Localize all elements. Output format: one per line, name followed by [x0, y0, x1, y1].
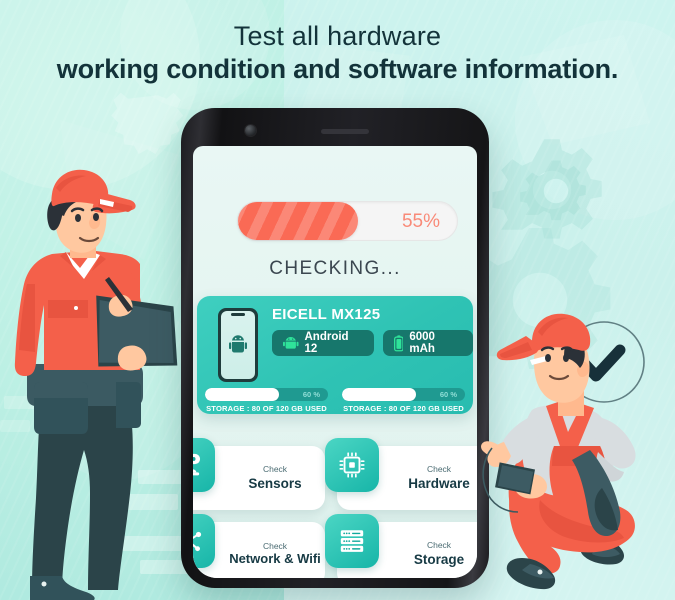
battery-capacity-chip: 6000 mAh [382, 330, 473, 356]
scan-progress-bar: 55% [237, 201, 458, 241]
android-robot-icon [229, 335, 247, 353]
feature-kicker: Check [262, 540, 288, 551]
os-version-label: Android 12 [304, 331, 349, 355]
android-phone-icon [218, 308, 258, 382]
network-icon [193, 514, 215, 568]
feature-kicker: Check [426, 464, 452, 475]
device-spec-chips: Android 12 6000 mAh [272, 330, 473, 356]
battery-icon [393, 334, 404, 351]
phone-screen: 55% CHECKING... EICELL MX125 Android 12 … [193, 146, 477, 578]
page-title: Test all hardware working condition and … [0, 22, 675, 83]
device-info-card: EICELL MX125 Android 12 6000 mAh 60 % ST… [197, 296, 473, 414]
scan-status-text: CHECKING... [269, 258, 401, 279]
storage-progress-bar: 60 % [342, 388, 465, 401]
battery-capacity-label: 6000 mAh [409, 331, 435, 355]
feature-card-hardware[interactable]: Check Hardware [325, 438, 477, 510]
storage-percent: 60 % [439, 390, 457, 399]
storage-bars: 60 % STORAGE : 80 OF 120 GB USED 60 % ST… [205, 388, 465, 413]
earpiece-speaker [321, 129, 369, 134]
scan-progress-percent: 55% [401, 211, 440, 232]
android-robot-icon [283, 336, 299, 349]
server-icon [325, 514, 379, 568]
storage-label: STORAGE : 80 OF 120 GB USED [206, 404, 327, 413]
scan-progress-fill [238, 202, 359, 240]
sensor-icon [193, 438, 215, 492]
chip-icon [325, 438, 379, 492]
storage-percent: 60 % [302, 390, 320, 399]
feature-title: Network & Wifi [229, 550, 321, 566]
feature-card-grid: Check Sensors Check Hardware Check Netwo… [193, 438, 477, 578]
storage-progress-fill [342, 388, 416, 401]
front-camera-icon [245, 125, 256, 136]
storage-progress-bar: 60 % [205, 388, 328, 401]
feature-card-network-wifi[interactable]: Check Network & Wifi [193, 514, 325, 578]
feature-title: Storage [413, 551, 465, 567]
os-version-chip: Android 12 [272, 330, 374, 356]
feature-kicker: Check [426, 540, 452, 551]
feature-card-storage[interactable]: Check Storage [325, 514, 477, 578]
headline-line-2: working condition and software informati… [56, 53, 619, 84]
storage-progress-fill [205, 388, 279, 401]
device-name: EICELL MX125 [272, 306, 381, 323]
phone-mockup: 55% CHECKING... EICELL MX125 Android 12 … [181, 108, 489, 588]
feature-kicker: Check [262, 464, 288, 475]
promo-banner: Test all hardware working condition and … [0, 0, 675, 600]
technician-with-clipboard-illustration [14, 169, 178, 600]
technician-crouching-illustration [481, 313, 645, 590]
feature-card-sensors[interactable]: Check Sensors [193, 438, 325, 510]
headline-line-1: Test all hardware [233, 21, 442, 51]
storage-bar-item: 60 % STORAGE : 80 OF 120 GB USED [342, 388, 465, 413]
storage-bar-item: 60 % STORAGE : 80 OF 120 GB USED [205, 388, 328, 413]
feature-title: Sensors [248, 475, 302, 491]
storage-label: STORAGE : 80 OF 120 GB USED [343, 404, 464, 413]
feature-title: Hardware [408, 475, 470, 491]
